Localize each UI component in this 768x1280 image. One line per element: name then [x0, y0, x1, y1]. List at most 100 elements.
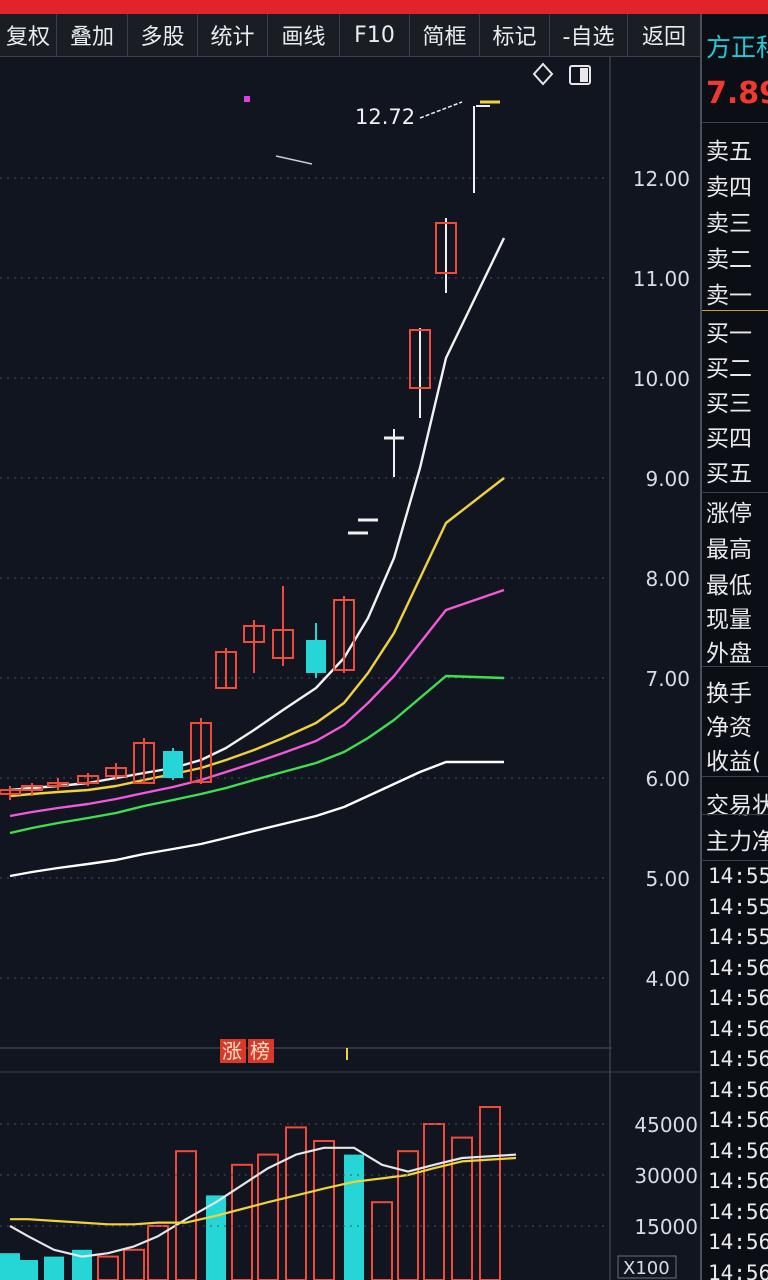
buy-level-label: 买三 [706, 391, 752, 417]
volume-bar [371, 1201, 393, 1280]
candlestick [272, 586, 294, 666]
chart-grid [0, 56, 700, 1280]
tb-button-f10[interactable]: F10 [340, 14, 410, 56]
tick-time: 14:56 [708, 1138, 768, 1163]
tick-time: 14:55 [708, 925, 768, 949]
badge-text: 涨 [222, 1039, 242, 1063]
volume-bar [423, 1123, 445, 1280]
candlestick [133, 738, 155, 784]
divider [702, 776, 768, 777]
stat-label: 现量 [706, 607, 752, 633]
divider [702, 122, 768, 123]
candlesticks [0, 105, 490, 800]
tick-time: 14:56 [708, 1199, 768, 1224]
tick-time: 14:56 [708, 1077, 768, 1102]
tb-button-multi-stock[interactable]: 多股 [128, 14, 198, 56]
price-tick-label: 4.00 [645, 967, 690, 991]
candlestick [333, 596, 355, 673]
tb-button-statistics[interactable]: 统计 [198, 14, 268, 56]
candlestick [215, 648, 237, 689]
candlestick [409, 328, 431, 418]
price-tick-label: 12.00 [633, 167, 690, 191]
volume-bar [123, 1248, 145, 1280]
volume-ma-line-1 [9, 1146, 517, 1258]
ma-line-1 [9, 237, 506, 792]
top-red-bar [0, 0, 768, 14]
tb-button-simple-frame[interactable]: 简框 [410, 14, 480, 56]
sell-level-label: 卖一 [706, 283, 752, 309]
price-tick-label: 9.00 [645, 467, 690, 491]
price-tick-label: 11.00 [633, 267, 690, 291]
drawn-line [275, 155, 313, 165]
k-line-chart[interactable]: 12.0011.0010.009.008.007.006.005.004.00 … [0, 56, 700, 1280]
panel-toggle-icon-fill [580, 68, 588, 82]
volume-bar [344, 1154, 364, 1280]
stat-label: 换手 [706, 681, 752, 707]
volume-ma-line-2 [10, 1156, 517, 1226]
volume-tick-label: 30000 [634, 1164, 698, 1188]
tb-button-draw-line[interactable]: 画线 [268, 14, 340, 56]
chart-toolbar: 复权 叠加 多股 统计 画线 F10 简框 标记 -自选 返回 [0, 14, 700, 57]
price-tick-label: 8.00 [645, 567, 690, 591]
buy-level-label: 买五 [706, 461, 752, 487]
volume-bar [44, 1256, 64, 1280]
max-price-pointer [419, 101, 463, 119]
ma-line-2 [9, 477, 505, 798]
sell-level-label: 卖三 [706, 211, 752, 237]
divider [702, 492, 768, 493]
sell-level-label: 卖四 [706, 175, 752, 201]
volume-bar [18, 1260, 38, 1280]
tick-time: 14:56 [708, 986, 768, 1010]
tick-time: 14:56 [708, 1260, 768, 1280]
stat-label: 涨停 [706, 501, 752, 527]
buy-level-label: 买二 [706, 356, 752, 382]
tb-button-remove-watchlist[interactable]: -自选 [550, 14, 628, 56]
volume-bar [231, 1163, 253, 1280]
stat-label: 外盘 [706, 641, 752, 667]
divider [702, 814, 768, 815]
current-price: 7.89 [706, 76, 768, 111]
price-tick-label: 10.00 [633, 367, 690, 391]
tb-button-back[interactable]: 返回 [628, 14, 700, 56]
candle-body [306, 640, 326, 673]
tick-time: 14:56 [708, 1047, 768, 1071]
sell-level-label: 卖二 [706, 247, 752, 273]
candlestick [163, 748, 183, 780]
divider [702, 666, 768, 667]
max-price-label: 12.72 [355, 105, 415, 129]
tick-time: 14:56 [708, 1016, 768, 1041]
volume-bar [479, 1106, 501, 1280]
candlestick [306, 623, 326, 678]
stat-label: 最高 [706, 537, 752, 563]
price-tick-label: 6.00 [645, 767, 690, 791]
price-tick-label: 5.00 [645, 867, 690, 891]
tick-time: 14:56 [708, 955, 768, 980]
tb-button-restore-rights[interactable]: 复权 [0, 14, 57, 56]
volume-tick-label: 45000 [634, 1113, 698, 1137]
stock-name[interactable]: 方正科 [706, 28, 768, 64]
tb-button-mark[interactable]: 标记 [480, 14, 550, 56]
volume-bar [0, 1253, 20, 1280]
quote-side-panel: 方正科 7.89 卖五卖四卖三卖二卖一买一买二买三买四买五涨停最高最低现量外盘换… [700, 14, 768, 1280]
volume-bar [147, 1225, 169, 1280]
candlestick [47, 778, 69, 790]
volume-moving-averages [9, 1146, 517, 1258]
tick-time: 14:55 [708, 864, 768, 888]
tb-button-overlay[interactable]: 叠加 [57, 14, 128, 56]
buy-level-label: 买一 [706, 321, 752, 347]
price-axis: 12.00 11.00 10.00 9.00 8.00 7.00 6.00 5.00 4.00 [633, 167, 690, 991]
sell-level-label: 卖五 [706, 139, 752, 165]
stat-label: 主力净 [706, 829, 768, 855]
volume-tick-label: 15000 [634, 1215, 698, 1239]
order-book-divider [702, 310, 768, 311]
ma-line-4 [9, 674, 505, 835]
candlestick [435, 218, 457, 293]
volume-unit-label: X100 [623, 1258, 670, 1279]
stat-label: 最低 [706, 573, 752, 599]
stat-label: 收益( [706, 749, 761, 775]
chart-annotations: 12.72 涨榜 [220, 62, 591, 1063]
volume-bar [313, 1140, 335, 1280]
candlestick [473, 105, 490, 193]
candle-body [163, 751, 183, 778]
buy-level-label: 买四 [706, 426, 752, 452]
